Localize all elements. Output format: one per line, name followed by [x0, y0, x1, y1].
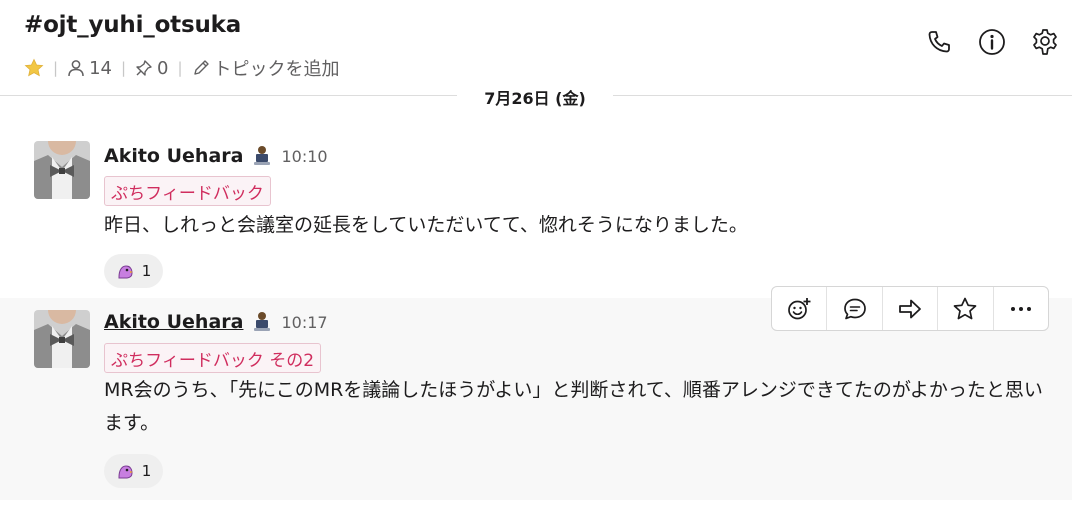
bird-emoji-icon: [118, 465, 133, 479]
phone-icon: [928, 30, 950, 52]
header-actions: [923, 26, 1060, 57]
share-message-button[interactable]: [883, 287, 939, 330]
save-message-button[interactable]: [938, 287, 994, 330]
gear-icon: [1032, 28, 1057, 55]
channel-details-button[interactable]: [976, 26, 1007, 57]
more-actions-button[interactable]: [994, 287, 1048, 330]
author-name[interactable]: Akito Uehara: [104, 145, 243, 167]
add-topic-button[interactable]: トピックを追加: [192, 55, 340, 81]
star-icon: [24, 58, 44, 77]
more-icon: [1010, 306, 1031, 311]
star-button[interactable]: [24, 58, 44, 78]
meta-separator: |: [53, 59, 59, 77]
laptop-emoji-icon: [254, 146, 271, 165]
reaction-button[interactable]: 1: [104, 454, 163, 488]
member-count-button[interactable]: 14: [67, 58, 112, 79]
message-header: Akito Uehara 10:10: [104, 145, 328, 167]
message-timestamp[interactable]: 10:10: [281, 147, 327, 166]
channel-title[interactable]: #ojt_yuhi_otsuka: [24, 12, 241, 38]
message-item: Akito Uehara 10:10 ぷちフィードバック 昨日、しれっと会議室の…: [0, 126, 1072, 298]
avatar[interactable]: [34, 141, 90, 199]
reaction-count: 1: [141, 262, 152, 280]
message-text: 昨日、しれっと会議室の延長をしていただいてて、惚れそうになりました。: [104, 214, 748, 236]
person-icon: [68, 60, 84, 77]
author-name[interactable]: Akito Uehara: [104, 311, 243, 333]
pin-count-button[interactable]: 0: [135, 58, 168, 79]
message-actions-toolbar: [771, 286, 1049, 331]
message-tag: ぷちフィードバック: [104, 176, 271, 206]
channel-settings-button[interactable]: [1029, 26, 1060, 57]
share-icon: [899, 299, 921, 318]
pencil-icon: [193, 60, 209, 75]
info-icon: [978, 28, 1005, 55]
avatar-photo: [34, 310, 90, 368]
channel-meta: | 14 | 0 | トピックを追加: [24, 56, 340, 80]
date-divider-label[interactable]: 7月26日 (金): [457, 84, 613, 110]
channel-header: #ojt_yuhi_otsuka | 14 | 0 | トピックを追加: [0, 0, 1072, 95]
message-timestamp[interactable]: 10:17: [281, 313, 327, 332]
reaction-button[interactable]: 1: [104, 254, 163, 288]
meta-separator: |: [120, 59, 127, 77]
topic-label: トピックを追加: [213, 59, 340, 80]
save-star-icon: [954, 297, 977, 319]
message-text: MR会のうち、「先にこのMRを議論したほうがよい」と判断されて、順番アレンジでき…: [104, 379, 1043, 434]
bird-emoji-icon: [118, 265, 133, 279]
reply-thread-button[interactable]: [827, 287, 883, 330]
add-reaction-icon: [788, 297, 811, 319]
pin-icon: [136, 60, 152, 76]
pin-count: 0: [157, 57, 169, 79]
avatar-photo: [34, 141, 90, 199]
add-reaction-button[interactable]: [772, 287, 828, 330]
meta-separator: |: [177, 59, 183, 77]
message-header: Akito Uehara 10:17: [104, 311, 328, 333]
reply-icon: [843, 298, 866, 319]
reaction-count: 1: [141, 462, 152, 480]
avatar[interactable]: [34, 310, 90, 368]
message-tag: ぷちフィードバック その2: [104, 343, 322, 373]
member-count: 14: [89, 57, 112, 79]
laptop-emoji-icon: [254, 312, 271, 331]
call-button[interactable]: [923, 26, 954, 57]
